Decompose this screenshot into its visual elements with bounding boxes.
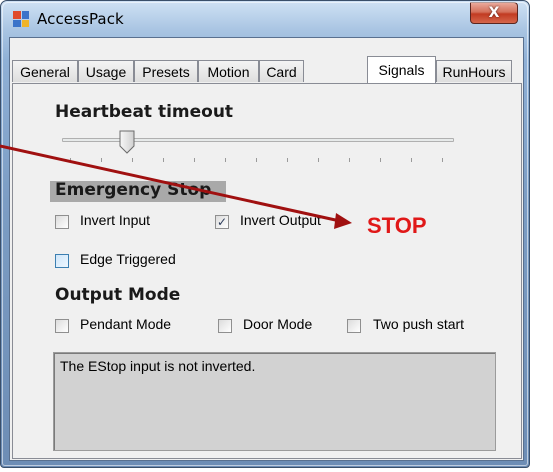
- close-button[interactable]: X: [470, 2, 518, 24]
- slider-tick: [318, 158, 319, 162]
- tab-signals[interactable]: Signals: [367, 56, 436, 83]
- slider-tick: [194, 158, 195, 162]
- close-icon: X: [488, 5, 500, 21]
- slider-tick: [411, 158, 412, 162]
- door-mode-checkbox[interactable]: [218, 319, 232, 333]
- status-text: The EStop input is not inverted.: [60, 358, 256, 374]
- invert-input-label[interactable]: Invert Input: [80, 212, 150, 228]
- edge-triggered-checkbox[interactable]: [55, 254, 69, 268]
- output-mode-heading: Output Mode: [55, 285, 181, 305]
- heartbeat-slider-thumb[interactable]: [119, 130, 135, 154]
- slider-tick: [101, 158, 102, 162]
- slider-tick: [287, 158, 288, 162]
- pendant-mode-checkbox[interactable]: [55, 319, 69, 333]
- invert-output-label[interactable]: Invert Output: [240, 212, 321, 228]
- window-title: AccessPack: [37, 10, 124, 28]
- pendant-mode-label[interactable]: Pendant Mode: [80, 316, 171, 332]
- tab-usage[interactable]: Usage: [78, 60, 134, 82]
- two-push-start-label[interactable]: Two push start: [373, 316, 464, 332]
- tab-runhours[interactable]: RunHours: [436, 60, 512, 82]
- slider-tick: [380, 158, 381, 162]
- slider-tick: [163, 158, 164, 162]
- status-text-box: The EStop input is not inverted.: [53, 352, 496, 451]
- door-mode-label[interactable]: Door Mode: [243, 316, 312, 332]
- emergency-stop-heading: Emergency Stop: [55, 180, 212, 200]
- slider-tick: [132, 158, 133, 162]
- slider-tick: [70, 158, 71, 162]
- tab-general[interactable]: General: [12, 60, 78, 82]
- slider-tick: [349, 158, 350, 162]
- tab-motion[interactable]: Motion: [198, 60, 259, 82]
- two-push-start-checkbox[interactable]: [347, 319, 361, 333]
- tab-card[interactable]: Card: [259, 60, 304, 82]
- slider-tick: [442, 158, 443, 162]
- slider-tick: [225, 158, 226, 162]
- invert-input-checkbox[interactable]: [55, 215, 69, 229]
- title-bar[interactable]: AccessPack X: [1, 1, 529, 37]
- slider-tick: [256, 158, 257, 162]
- heartbeat-heading: Heartbeat timeout: [55, 102, 234, 122]
- app-icon: [13, 11, 29, 27]
- tab-presets[interactable]: Presets: [134, 60, 198, 82]
- tab-strip: General Usage Presets Motion Card Signal…: [10, 56, 523, 83]
- checkmark-icon: ✓: [216, 215, 228, 229]
- edge-triggered-label[interactable]: Edge Triggered: [80, 251, 176, 267]
- stop-annotation-text: STOP: [367, 213, 427, 238]
- invert-output-checkbox[interactable]: ✓: [215, 215, 229, 229]
